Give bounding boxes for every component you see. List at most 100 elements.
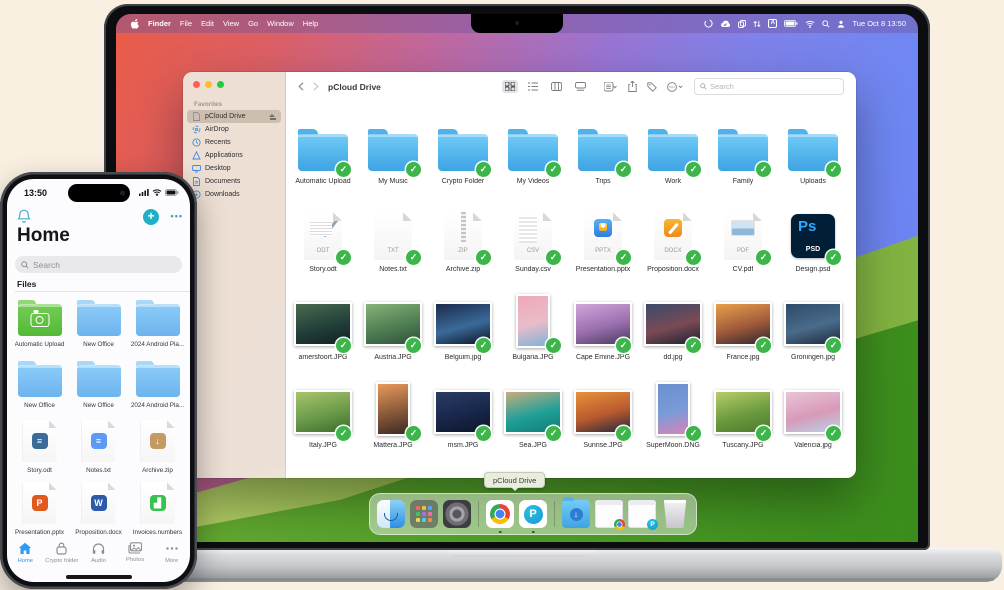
file-item[interactable]: ✓ Valencia.jpg bbox=[778, 380, 848, 468]
tab-more[interactable]: More bbox=[153, 542, 190, 573]
file-item[interactable]: ✓ Italy.JPG bbox=[288, 380, 358, 468]
more-options-button[interactable]: ••• bbox=[171, 211, 183, 221]
gallery-view-button[interactable] bbox=[572, 80, 589, 93]
sidebar-item-pcloud-drive[interactable]: pCloud Drive bbox=[187, 110, 281, 123]
phone-file-item[interactable]: New Office bbox=[10, 356, 69, 417]
apple-logo-icon[interactable] bbox=[130, 19, 139, 29]
sidebar-item-recents[interactable]: Recents bbox=[187, 136, 281, 149]
sidebar-item-applications[interactable]: Applications bbox=[187, 149, 281, 162]
file-item[interactable]: ✓ Austria.JPG bbox=[358, 292, 428, 380]
search-input[interactable]: Search bbox=[694, 78, 844, 95]
file-item[interactable]: ✓ Tuscany.JPG bbox=[708, 380, 778, 468]
dock-launchpad-icon[interactable] bbox=[410, 500, 438, 528]
tag-icon[interactable] bbox=[647, 82, 657, 92]
file-item[interactable]: ✓ Cape Emine.JPG bbox=[568, 292, 638, 380]
dock-finder-icon[interactable] bbox=[377, 500, 405, 528]
file-item[interactable]: CSV ✓ Sunday.csv bbox=[498, 204, 568, 292]
dock-pcloud-drive-icon[interactable]: P bbox=[519, 500, 547, 528]
file-item[interactable]: Ps PSD ✓ Design.psd bbox=[778, 204, 848, 292]
cloud-check-icon[interactable] bbox=[720, 20, 731, 28]
icon-view-button[interactable] bbox=[502, 80, 518, 93]
menu-item-window[interactable]: Window bbox=[267, 19, 294, 28]
back-button[interactable] bbox=[298, 82, 304, 91]
minimize-button[interactable] bbox=[205, 81, 212, 88]
file-item[interactable]: ZIP ✓ Archive.zip bbox=[428, 204, 498, 292]
file-item[interactable]: ✓ Automatic Upload bbox=[288, 116, 358, 204]
file-item[interactable]: ✓ Uploads bbox=[778, 116, 848, 204]
zoom-button[interactable] bbox=[217, 81, 224, 88]
list-view-button[interactable] bbox=[525, 80, 541, 93]
menu-item-finder[interactable]: Finder bbox=[148, 19, 171, 28]
dock-trash-icon[interactable] bbox=[661, 500, 689, 528]
file-item[interactable]: ✓ Sea.JPG bbox=[498, 380, 568, 468]
forward-button[interactable] bbox=[313, 82, 319, 91]
file-item[interactable]: ✓ Belguim.jpg bbox=[428, 292, 498, 380]
search-icon[interactable] bbox=[822, 20, 830, 28]
eject-icon[interactable] bbox=[269, 114, 276, 120]
file-item[interactable]: ODT ✓ Story.odt bbox=[288, 204, 358, 292]
file-item[interactable]: PPTX ✓ Presentation.pptx bbox=[568, 204, 638, 292]
file-item[interactable]: ✓ Mattera.JPG bbox=[358, 380, 428, 468]
close-button[interactable] bbox=[193, 81, 200, 88]
phone-file-item[interactable]: ↓ Archive.zip bbox=[128, 417, 187, 479]
tab-crypto-folder[interactable]: Crypto folder bbox=[44, 542, 81, 573]
file-item[interactable]: ✓ Family bbox=[708, 116, 778, 204]
menu-item-edit[interactable]: Edit bbox=[201, 19, 214, 28]
phone-file-item[interactable]: P Presentation.pptx bbox=[10, 479, 69, 541]
file-item[interactable]: ✓ msm.JPG bbox=[428, 380, 498, 468]
group-button[interactable] bbox=[604, 82, 618, 92]
transfer-arrows-icon[interactable] bbox=[753, 20, 761, 28]
dock-minimized-window-pcloud[interactable]: P bbox=[628, 500, 656, 528]
user-icon[interactable] bbox=[837, 20, 845, 28]
phone-file-item[interactable]: W Proposition.docx bbox=[69, 479, 128, 541]
menu-bar-clock[interactable]: Tue Oct 8 13:50 bbox=[852, 19, 906, 28]
file-item[interactable]: ✓ My Videos bbox=[498, 116, 568, 204]
copy-icon[interactable] bbox=[738, 20, 746, 28]
phone-file-item[interactable]: New Office bbox=[69, 295, 128, 356]
tab-home[interactable]: Home bbox=[7, 542, 44, 573]
file-item[interactable]: ✓ Crypto Folder bbox=[428, 116, 498, 204]
add-button[interactable]: + bbox=[143, 209, 159, 225]
menu-item-go[interactable]: Go bbox=[248, 19, 258, 28]
pcloud-sync-icon[interactable] bbox=[704, 19, 713, 28]
dock-system-settings-icon[interactable] bbox=[443, 500, 471, 528]
file-item[interactable]: ✓ France.jpg bbox=[708, 292, 778, 380]
file-item[interactable]: ✓ Work bbox=[638, 116, 708, 204]
search-input[interactable]: Search bbox=[15, 256, 182, 273]
phone-file-item[interactable]: Automatic Upload bbox=[10, 295, 69, 356]
sidebar-item-airdrop[interactable]: AirDrop bbox=[187, 123, 281, 136]
phone-file-item[interactable]: 2024 Android Pla... bbox=[128, 356, 187, 417]
more-actions-button[interactable] bbox=[667, 82, 683, 92]
battery-icon[interactable] bbox=[784, 20, 798, 27]
tab-photos[interactable]: Photos bbox=[117, 542, 154, 573]
file-item[interactable]: ✓ dd.jpg bbox=[638, 292, 708, 380]
phone-file-item[interactable]: New Office bbox=[69, 356, 128, 417]
file-item[interactable]: ✓ Sunrise.JPG bbox=[568, 380, 638, 468]
file-item[interactable]: ✓ amersfoort.JPG bbox=[288, 292, 358, 380]
file-item[interactable]: ✓ Trips bbox=[568, 116, 638, 204]
menu-item-view[interactable]: View bbox=[223, 19, 239, 28]
phone-file-item[interactable]: ≡ Notes.txt bbox=[69, 417, 128, 479]
menu-item-file[interactable]: File bbox=[180, 19, 192, 28]
sidebar-item-downloads[interactable]: Downloads bbox=[187, 188, 281, 201]
home-indicator[interactable] bbox=[66, 575, 132, 579]
notifications-bell-icon[interactable] bbox=[17, 209, 31, 224]
menu-item-help[interactable]: Help bbox=[303, 19, 318, 28]
wifi-icon[interactable] bbox=[805, 20, 815, 28]
sidebar-item-desktop[interactable]: Desktop bbox=[187, 162, 281, 175]
share-icon[interactable] bbox=[628, 81, 637, 92]
sidebar-item-documents[interactable]: Documents bbox=[187, 175, 281, 188]
file-item[interactable]: PDF ✓ CV.pdf bbox=[708, 204, 778, 292]
file-item[interactable]: DOCX ✓ Proposition.docx bbox=[638, 204, 708, 292]
dock-minimized-window-chrome[interactable] bbox=[595, 500, 623, 528]
file-item[interactable]: ✓ Groningen.jpg bbox=[778, 292, 848, 380]
input-source-icon[interactable]: A bbox=[768, 19, 777, 28]
file-item[interactable]: ✓ SuperMoon.DNG bbox=[638, 380, 708, 468]
dock-chrome-icon[interactable] bbox=[486, 500, 514, 528]
tab-audio[interactable]: Audio bbox=[80, 542, 117, 573]
dock-downloads-folder-icon[interactable]: ↓ bbox=[562, 500, 590, 528]
phone-file-item[interactable]: 2024 Android Pla... bbox=[128, 295, 187, 356]
column-view-button[interactable] bbox=[548, 80, 565, 93]
phone-file-item[interactable]: ≡ Story.odt bbox=[10, 417, 69, 479]
phone-file-item[interactable]: ▟ Invoices.numbers bbox=[128, 479, 187, 541]
